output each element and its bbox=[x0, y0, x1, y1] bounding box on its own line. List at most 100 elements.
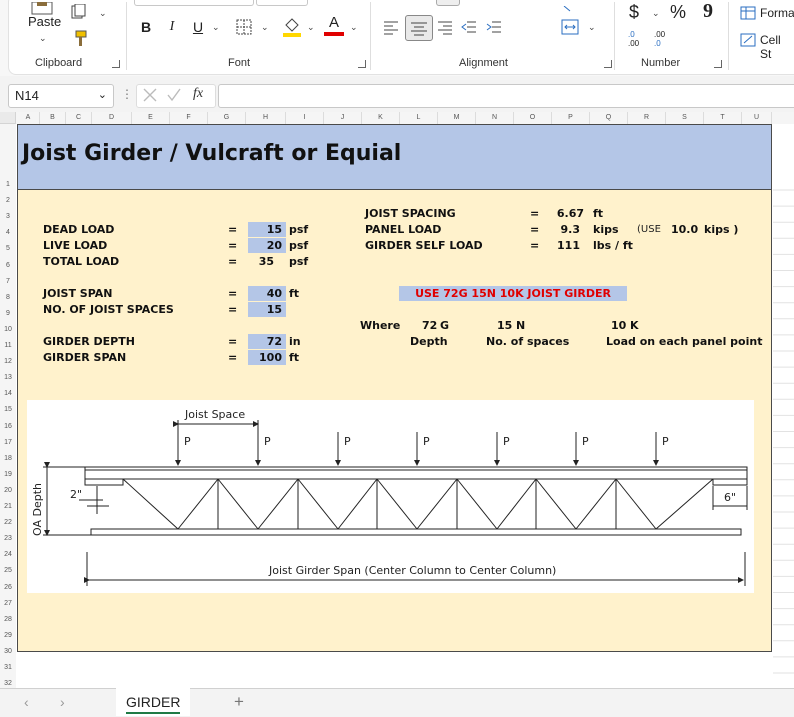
name-box[interactable]: N14 ⌄ bbox=[8, 84, 114, 108]
name-box-chevron-icon[interactable]: ⌄ bbox=[98, 88, 107, 101]
fill-color-chevron-icon[interactable]: ⌄ bbox=[307, 22, 315, 33]
row-header[interactable]: 20 bbox=[0, 487, 16, 494]
row-header[interactable]: 25 bbox=[0, 567, 16, 574]
row-header[interactable]: 19 bbox=[0, 471, 16, 478]
align-right-icon[interactable] bbox=[437, 19, 453, 35]
column-header[interactable]: L bbox=[400, 112, 438, 124]
conditional-format-icon[interactable] bbox=[740, 6, 756, 20]
align-center-button[interactable] bbox=[405, 15, 433, 41]
paste-chevron-icon[interactable]: ⌄ bbox=[39, 33, 47, 44]
percent-button[interactable]: % bbox=[670, 2, 686, 23]
row-header[interactable]: 15 bbox=[0, 406, 16, 413]
column-header[interactable]: N bbox=[476, 112, 514, 124]
row-header[interactable]: 11 bbox=[0, 342, 16, 349]
add-sheet-button[interactable]: + bbox=[234, 692, 244, 712]
font-size-box[interactable] bbox=[256, 0, 308, 6]
row-header[interactable]: 14 bbox=[0, 390, 16, 397]
row-header[interactable]: 7 bbox=[0, 278, 16, 285]
girder-depth-input[interactable]: 72 bbox=[248, 334, 286, 349]
column-header[interactable]: H bbox=[246, 112, 286, 124]
column-header[interactable]: D bbox=[92, 112, 132, 124]
column-header[interactable]: M bbox=[438, 112, 476, 124]
formula-input[interactable] bbox=[218, 84, 794, 108]
insert-function-button[interactable]: fx bbox=[193, 86, 203, 102]
joist-spaces-input[interactable]: 15 bbox=[248, 302, 286, 317]
currency-button[interactable]: $ bbox=[629, 2, 639, 23]
column-header[interactable]: F bbox=[170, 112, 208, 124]
select-all-button[interactable] bbox=[0, 112, 16, 124]
copy-icon[interactable] bbox=[70, 3, 88, 20]
column-header[interactable]: S bbox=[666, 112, 704, 124]
joist-span-input[interactable]: 40 bbox=[248, 286, 286, 301]
column-header[interactable]: R bbox=[628, 112, 666, 124]
column-header[interactable]: T bbox=[704, 112, 742, 124]
borders-chevron-icon[interactable]: ⌄ bbox=[261, 22, 269, 33]
row-header[interactable]: 29 bbox=[0, 632, 16, 639]
row-header[interactable]: 32 bbox=[0, 680, 16, 687]
format-as-table-button[interactable]: Forma bbox=[760, 6, 794, 20]
currency-chevron-icon[interactable]: ⌄ bbox=[652, 8, 660, 19]
live-load-input[interactable]: 20 bbox=[248, 238, 286, 253]
decrease-decimal-button[interactable]: .00 .0 bbox=[654, 30, 676, 50]
cell-styles-button[interactable]: Cell St bbox=[760, 33, 794, 61]
align-left-icon[interactable] bbox=[383, 19, 399, 35]
row-header[interactable]: 24 bbox=[0, 551, 16, 558]
girder-span-input[interactable]: 100 bbox=[248, 350, 286, 365]
column-header[interactable]: I bbox=[286, 112, 324, 124]
alignment-launcher-icon[interactable] bbox=[604, 60, 612, 68]
column-header[interactable]: A bbox=[17, 112, 40, 124]
column-header[interactable]: Q bbox=[590, 112, 628, 124]
row-header[interactable]: 17 bbox=[0, 439, 16, 446]
increase-indent-icon[interactable] bbox=[486, 19, 502, 35]
row-header[interactable]: 10 bbox=[0, 326, 16, 333]
row-header[interactable]: 26 bbox=[0, 584, 16, 591]
underline-chevron-icon[interactable]: ⌄ bbox=[212, 22, 220, 33]
row-header[interactable]: 13 bbox=[0, 374, 16, 381]
fill-color-icon[interactable] bbox=[282, 15, 302, 37]
row-header[interactable]: 3 bbox=[0, 213, 16, 220]
row-header[interactable]: 12 bbox=[0, 358, 16, 365]
orientation-icon[interactable] bbox=[562, 0, 576, 12]
row-header[interactable]: 8 bbox=[0, 294, 16, 301]
column-header[interactable]: O bbox=[514, 112, 552, 124]
italic-button[interactable]: I bbox=[164, 18, 180, 36]
row-header[interactable]: 31 bbox=[0, 664, 16, 671]
column-header[interactable]: P bbox=[552, 112, 590, 124]
column-header[interactable]: K bbox=[362, 112, 400, 124]
row-header[interactable]: 6 bbox=[0, 262, 16, 269]
column-header[interactable]: U bbox=[742, 112, 772, 124]
merge-chevron-icon[interactable]: ⌄ bbox=[588, 22, 596, 33]
paste-button[interactable]: Paste bbox=[28, 14, 61, 29]
row-header[interactable]: 1 bbox=[0, 181, 16, 188]
row-header[interactable]: 21 bbox=[0, 503, 16, 510]
enter-icon[interactable] bbox=[166, 87, 182, 103]
row-header[interactable]: 28 bbox=[0, 616, 16, 623]
number-launcher-icon[interactable] bbox=[714, 60, 722, 68]
more-options-icon[interactable]: ⋮ bbox=[121, 87, 133, 101]
dead-load-input[interactable]: 15 bbox=[248, 222, 286, 237]
prev-sheet-icon[interactable]: ‹ bbox=[24, 694, 29, 710]
next-sheet-icon[interactable]: › bbox=[60, 694, 65, 710]
wrap-text-icon[interactable] bbox=[436, 0, 460, 6]
column-header[interactable]: E bbox=[132, 112, 170, 124]
merge-center-icon[interactable] bbox=[561, 18, 579, 36]
bold-button[interactable]: B bbox=[138, 18, 154, 36]
font-launcher-icon[interactable] bbox=[358, 60, 366, 68]
font-name-box[interactable] bbox=[134, 0, 254, 6]
row-header[interactable]: 4 bbox=[0, 229, 16, 236]
format-painter-icon[interactable] bbox=[70, 30, 88, 48]
font-color-icon[interactable]: A bbox=[324, 14, 344, 38]
column-header[interactable]: G bbox=[208, 112, 246, 124]
column-header[interactable]: C bbox=[66, 112, 92, 124]
font-color-chevron-icon[interactable]: ⌄ bbox=[350, 22, 358, 33]
cell-styles-icon[interactable] bbox=[740, 33, 756, 47]
row-header[interactable]: 5 bbox=[0, 245, 16, 252]
row-header[interactable]: 22 bbox=[0, 519, 16, 526]
row-header[interactable]: 16 bbox=[0, 423, 16, 430]
row-header[interactable]: 27 bbox=[0, 600, 16, 607]
decrease-indent-icon[interactable] bbox=[461, 19, 477, 35]
underline-button[interactable]: U bbox=[190, 18, 206, 36]
row-header[interactable]: 18 bbox=[0, 455, 16, 462]
column-header[interactable]: B bbox=[40, 112, 66, 124]
cancel-icon[interactable] bbox=[142, 87, 158, 103]
